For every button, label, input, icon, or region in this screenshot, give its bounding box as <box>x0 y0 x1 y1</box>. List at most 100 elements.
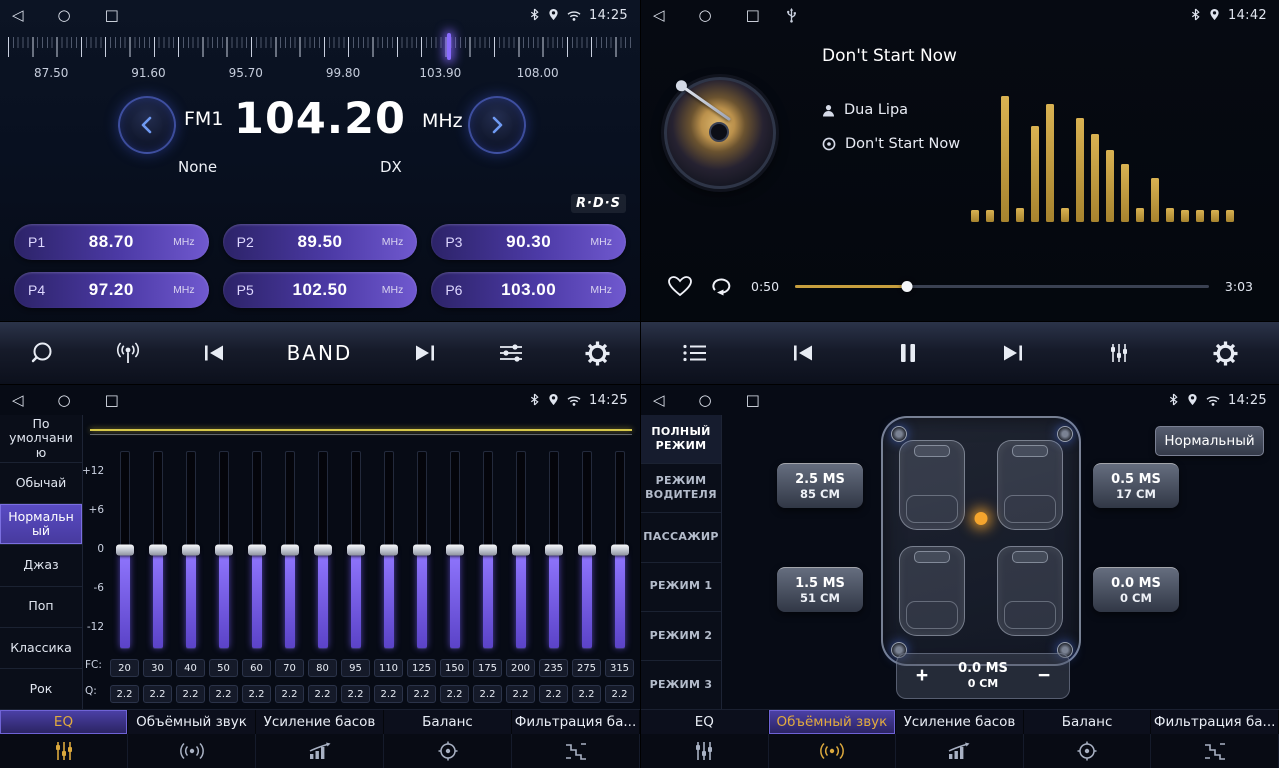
eq-slider-knob[interactable] <box>512 545 530 556</box>
back-button[interactable]: ◁ <box>653 8 665 23</box>
eq-band-slider[interactable] <box>384 451 394 649</box>
equalizer-button[interactable] <box>1108 342 1130 364</box>
eq-slider-knob[interactable] <box>314 545 332 556</box>
preset-button-4[interactable]: P497.20MHz <box>14 272 209 308</box>
preset-button-3[interactable]: P390.30MHz <box>431 224 626 260</box>
eq-slider-knob[interactable] <box>281 545 299 556</box>
mode-driver[interactable]: РЕЖИМ ВОДИТЕЛЯ <box>641 464 721 513</box>
back-button[interactable]: ◁ <box>12 393 24 408</box>
eq-slider-knob[interactable] <box>380 545 398 556</box>
eq-preset-custom[interactable]: Обычай <box>0 463 82 504</box>
home-button[interactable]: ○ <box>58 393 71 408</box>
eq-tab-icon[interactable] <box>0 734 128 768</box>
eq-slider-knob[interactable] <box>611 545 629 556</box>
tab-filter[interactable]: Фильтрация ба... <box>1151 710 1279 734</box>
delay-decrease-button[interactable]: − <box>1027 661 1061 691</box>
tab-surround[interactable]: Объёмный звук <box>128 710 256 734</box>
recents-button[interactable]: □ <box>746 393 760 408</box>
eq-slider-knob[interactable] <box>578 545 596 556</box>
home-button[interactable]: ○ <box>58 8 71 23</box>
eq-preset-classic[interactable]: Классика <box>0 628 82 669</box>
eq-preset-default[interactable]: По умолчанию <box>0 415 82 463</box>
recents-button[interactable]: □ <box>105 393 119 408</box>
mode-passenger[interactable]: ПАССАЖИР <box>641 513 721 562</box>
previous-track-button[interactable] <box>791 343 815 363</box>
previous-station-button[interactable] <box>202 343 226 363</box>
filter-tab-icon[interactable] <box>512 734 640 768</box>
speaker-front-left-icon[interactable] <box>891 426 907 442</box>
preset-button-2[interactable]: P289.50MHz <box>223 224 418 260</box>
back-button[interactable]: ◁ <box>653 393 665 408</box>
eq-band-slider[interactable] <box>582 451 592 649</box>
tab-bass-boost[interactable]: Усиление басов <box>256 710 384 734</box>
preset-button-1[interactable]: P188.70MHz <box>14 224 209 260</box>
eq-band-slider[interactable] <box>450 451 460 649</box>
eq-band-slider[interactable] <box>351 451 361 649</box>
progress-bar[interactable] <box>795 279 1209 293</box>
mode-3[interactable]: РЕЖИМ 3 <box>641 661 721 710</box>
eq-tab-icon[interactable] <box>641 734 769 768</box>
eq-slider-knob[interactable] <box>347 545 365 556</box>
sound-preset-button[interactable]: Нормальный <box>1155 426 1264 456</box>
preset-button-5[interactable]: P5102.50MHz <box>223 272 418 308</box>
tab-eq[interactable]: EQ <box>0 710 128 734</box>
recents-button[interactable]: □ <box>105 8 119 23</box>
eq-preset-jazz[interactable]: Джаз <box>0 545 82 586</box>
eq-band-slider[interactable] <box>516 451 526 649</box>
eq-band-slider[interactable] <box>615 451 625 649</box>
playlist-button[interactable] <box>682 343 708 363</box>
settings-gear-button[interactable] <box>585 341 610 366</box>
surround-tab-icon[interactable] <box>769 734 897 768</box>
tab-balance[interactable]: Баланс <box>1024 710 1152 734</box>
tuning-indicator[interactable] <box>447 33 451 60</box>
eq-slider-knob[interactable] <box>149 545 167 556</box>
eq-band-slider[interactable] <box>186 451 196 649</box>
balance-tab-icon[interactable] <box>1024 734 1152 768</box>
eq-band-slider[interactable] <box>318 451 328 649</box>
settings-gear-button[interactable] <box>1213 341 1238 366</box>
eq-slider-knob[interactable] <box>545 545 563 556</box>
eq-band-slider[interactable] <box>285 451 295 649</box>
favorite-button[interactable] <box>667 275 693 297</box>
scan-button[interactable] <box>30 341 54 365</box>
preset-button-6[interactable]: P6103.00MHz <box>431 272 626 308</box>
filter-tab-icon[interactable] <box>1151 734 1279 768</box>
eq-slider-knob[interactable] <box>182 545 200 556</box>
bass-boost-tab-icon[interactable] <box>256 734 384 768</box>
eq-band-slider[interactable] <box>483 451 493 649</box>
pause-button[interactable] <box>898 342 918 364</box>
broadcast-button[interactable] <box>115 342 141 364</box>
eq-slider-knob[interactable] <box>446 545 464 556</box>
tune-down-button[interactable] <box>118 96 176 154</box>
speaker-front-right-icon[interactable] <box>1057 426 1073 442</box>
recents-button[interactable]: □ <box>746 8 760 23</box>
eq-band-slider[interactable] <box>120 451 130 649</box>
eq-slider-knob[interactable] <box>248 545 266 556</box>
delay-increase-button[interactable]: + <box>905 661 939 691</box>
eq-slider-knob[interactable] <box>413 545 431 556</box>
eq-preset-normal[interactable]: Нормальный <box>0 504 82 545</box>
tab-eq[interactable]: EQ <box>641 710 769 734</box>
tab-bass-boost[interactable]: Усиление басов <box>896 710 1024 734</box>
eq-slider-knob[interactable] <box>215 545 233 556</box>
eq-slider-knob[interactable] <box>479 545 497 556</box>
mode-full[interactable]: ПОЛНЫЙ РЕЖИМ <box>641 415 721 464</box>
next-station-button[interactable] <box>413 343 437 363</box>
home-button[interactable]: ○ <box>699 8 712 23</box>
bass-boost-tab-icon[interactable] <box>896 734 1024 768</box>
eq-preset-pop[interactable]: Поп <box>0 587 82 628</box>
eq-band-slider[interactable] <box>153 451 163 649</box>
eq-preset-rock[interactable]: Рок <box>0 669 82 710</box>
repeat-button[interactable] <box>709 276 735 296</box>
next-track-button[interactable] <box>1001 343 1025 363</box>
tab-surround[interactable]: Объёмный звук <box>769 710 897 734</box>
audio-settings-button[interactable] <box>498 343 524 363</box>
mode-2[interactable]: РЕЖИМ 2 <box>641 612 721 661</box>
band-button[interactable]: BAND <box>287 341 353 365</box>
back-button[interactable]: ◁ <box>12 8 24 23</box>
eq-slider-knob[interactable] <box>116 545 134 556</box>
progress-knob[interactable] <box>901 281 912 292</box>
eq-band-slider[interactable] <box>219 451 229 649</box>
mode-1[interactable]: РЕЖИМ 1 <box>641 563 721 612</box>
frequency-ruler[interactable] <box>8 37 632 57</box>
